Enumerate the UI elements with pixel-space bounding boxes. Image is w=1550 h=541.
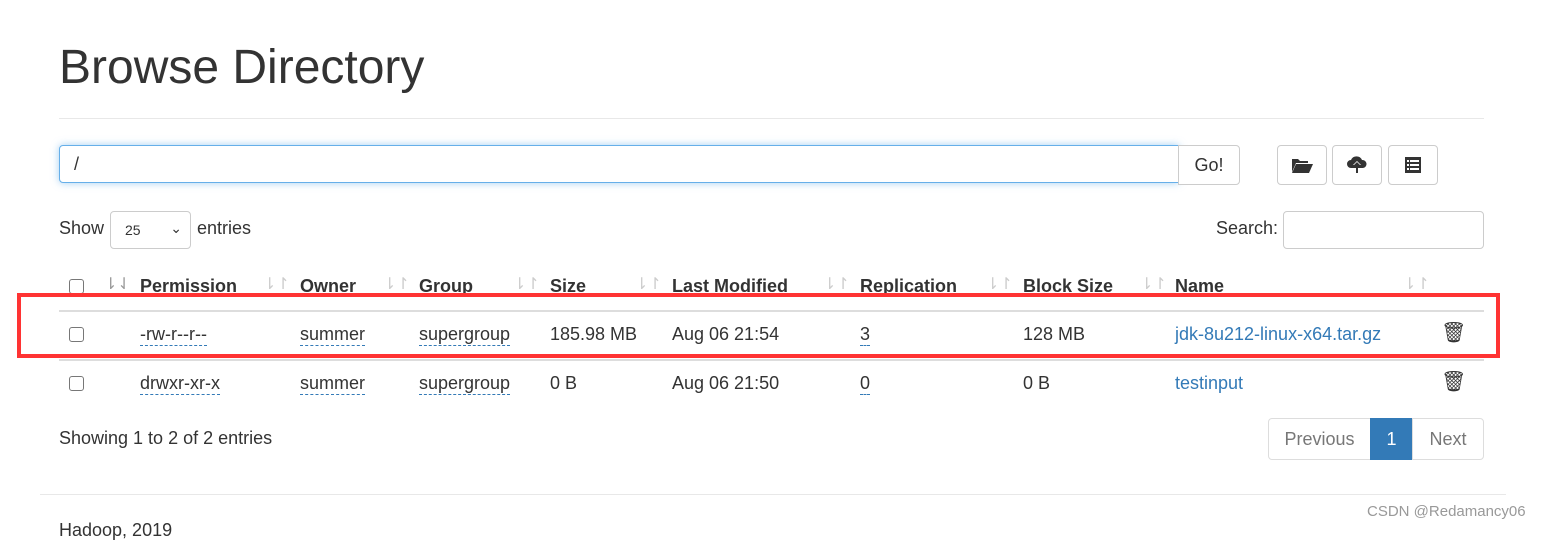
page-title: Browse Directory: [59, 41, 425, 94]
entries-value: 25: [125, 222, 141, 238]
folder-open-icon: [1292, 159, 1313, 173]
list-icon: [1405, 157, 1421, 173]
go-button[interactable]: Go!: [1178, 145, 1240, 185]
sort-icon[interactable]: ⇂↾: [513, 274, 540, 294]
chevron-down-icon: ⌄: [170, 220, 182, 236]
create-directory-button[interactable]: [1277, 145, 1327, 185]
sort-icon[interactable]: ⇂↾: [1403, 274, 1430, 294]
next-button[interactable]: Next: [1412, 418, 1484, 460]
search-input[interactable]: [1283, 211, 1484, 249]
sort-icon[interactable]: ⇂↾: [263, 274, 290, 294]
sort-icon[interactable]: ⇂↾: [1140, 274, 1167, 294]
footer-divider: [40, 494, 1506, 495]
entries-select[interactable]: 25 ⌄: [110, 211, 191, 249]
trash-icon[interactable]: 🗑: [1441, 369, 1466, 394]
modified-cell: Aug 06 21:50: [672, 373, 780, 393]
group-cell[interactable]: supergroup: [419, 373, 511, 395]
search-label: Search:: [1216, 218, 1279, 238]
replication-cell[interactable]: 0: [860, 373, 871, 395]
cut-paste-button[interactable]: [1388, 145, 1438, 185]
select-all-checkbox[interactable]: [69, 279, 84, 294]
divider: [59, 118, 1484, 119]
previous-button[interactable]: Previous: [1268, 418, 1371, 460]
permission-cell[interactable]: drwxr-xr-x: [140, 373, 220, 395]
upload-button[interactable]: [1332, 145, 1382, 185]
row-checkbox[interactable]: [69, 376, 84, 391]
sort-icon[interactable]: ⇂⇃: [104, 274, 131, 294]
table-info: Showing 1 to 2 of 2 entries: [59, 428, 273, 448]
sort-icon[interactable]: ⇂↾: [986, 274, 1013, 294]
cloud-upload-icon: [1347, 156, 1367, 173]
block-size-cell: 0 B: [1023, 373, 1051, 393]
highlight-box: [17, 293, 1500, 358]
sort-icon[interactable]: ⇂↾: [383, 274, 410, 294]
row-divider: [59, 359, 1484, 361]
page-1-button[interactable]: 1: [1370, 418, 1413, 460]
path-input[interactable]: [59, 145, 1179, 183]
watermark: CSDN @Redamancy06: [1367, 503, 1526, 520]
name-link[interactable]: testinput: [1175, 373, 1243, 394]
show-label: Show: [59, 218, 105, 238]
sort-icon[interactable]: ⇂↾: [635, 274, 662, 294]
sort-icon[interactable]: ⇂↾: [823, 274, 850, 294]
size-cell: 0 B: [550, 373, 578, 393]
entries-label: entries: [197, 218, 252, 238]
owner-cell[interactable]: summer: [300, 373, 366, 395]
